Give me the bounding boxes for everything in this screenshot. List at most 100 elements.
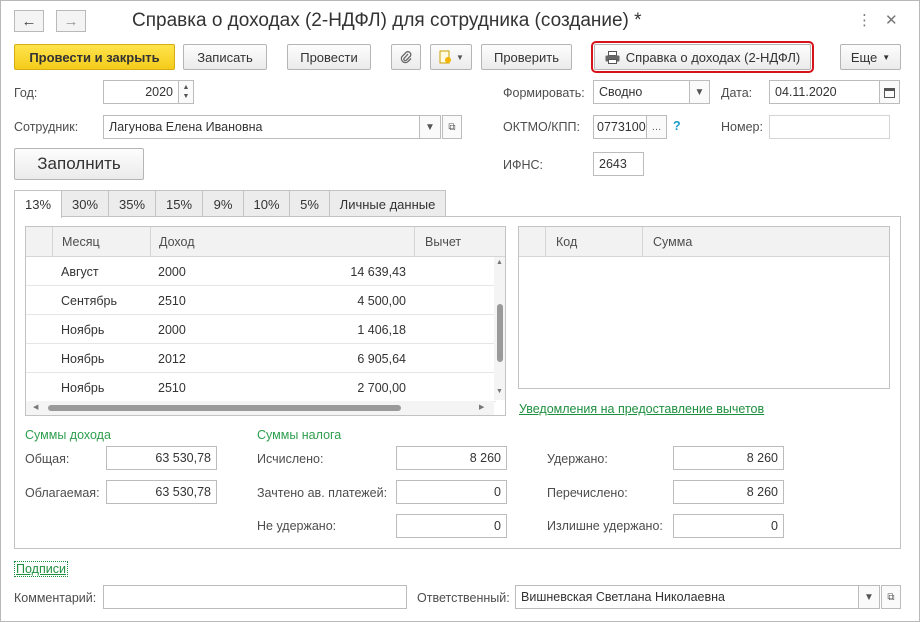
table-row[interactable]: Сентябрь 2510 4 500,00: [26, 286, 496, 315]
tab-13[interactable]: 13%: [14, 190, 62, 218]
transferred-field[interactable]: 8 260: [673, 480, 784, 504]
withheld-field[interactable]: 8 260: [673, 446, 784, 470]
taxable-income-field[interactable]: 63 530,78: [106, 480, 217, 504]
employee-open-button[interactable]: ⧉: [442, 115, 462, 139]
cell-amount: 2 700,00: [357, 380, 406, 395]
column-header-deduction[interactable]: Вычет: [414, 227, 505, 257]
cell-month: Август: [61, 264, 99, 279]
responsible-field[interactable]: Вишневская Светлана Николаевна: [515, 585, 859, 609]
create-based-on-button[interactable]: ▼: [430, 44, 472, 70]
generate-label: Формировать:: [503, 86, 585, 100]
check-button[interactable]: Проверить: [481, 44, 572, 70]
comment-field[interactable]: [103, 585, 407, 609]
tab-35[interactable]: 35%: [108, 190, 156, 217]
cell-amount: 14 639,43: [350, 264, 406, 279]
print-report-label: Справка о доходах (2-НДФЛ): [625, 49, 801, 65]
chevron-down-icon: ▼: [882, 52, 891, 62]
more-label: Еще: [850, 49, 878, 65]
responsible-label: Ответственный:: [417, 591, 510, 605]
income-vertical-scrollbar[interactable]: ▲ ▼: [494, 257, 505, 400]
document-create-icon: [439, 50, 452, 64]
year-spinner[interactable]: ▲ ▼: [178, 80, 194, 104]
save-button[interactable]: Записать: [183, 44, 267, 70]
deductions-notifications-link[interactable]: Уведомления на предоставление вычетов: [519, 402, 764, 416]
column-header-code[interactable]: Код: [545, 227, 642, 257]
post-button[interactable]: Провести: [287, 44, 371, 70]
close-icon[interactable]: ✕: [885, 11, 898, 29]
scroll-right-icon[interactable]: ▶: [479, 403, 484, 411]
oktmo-select-button[interactable]: …: [646, 115, 667, 139]
chevron-down-icon: ▼: [456, 52, 464, 62]
cell-amount: 4 500,00: [357, 293, 406, 308]
date-label: Дата:: [721, 86, 753, 100]
responsible-dropdown-button[interactable]: ▼: [858, 585, 880, 609]
cell-amount: 1 406,18: [357, 322, 406, 337]
open-form-icon: ⧉: [887, 591, 895, 603]
taxable-income-label: Облагаемая:: [25, 486, 100, 500]
table-row[interactable]: Ноябрь 2000 1 406,18: [26, 315, 496, 344]
withheld-label: Удержано:: [547, 452, 608, 466]
employee-dropdown-button[interactable]: ▼: [419, 115, 441, 139]
oktmo-label: ОКТМО/КПП:: [503, 120, 580, 134]
deductions-table[interactable]: Код Сумма: [518, 226, 890, 389]
more-button[interactable]: Еще ▼: [840, 44, 901, 70]
year-field[interactable]: 2020: [103, 80, 179, 104]
ifns-field[interactable]: 2643: [593, 152, 644, 176]
tab-15[interactable]: 15%: [155, 190, 203, 217]
generate-select[interactable]: Сводно: [593, 80, 690, 104]
income-sums-header: Суммы дохода: [25, 428, 111, 442]
employee-field[interactable]: Лагунова Елена Ивановна: [103, 115, 420, 139]
tab-5[interactable]: 5%: [289, 190, 330, 217]
open-form-icon: ⧉: [448, 121, 456, 133]
scroll-left-icon[interactable]: ◀: [33, 403, 38, 411]
tax-sums-header: Суммы налога: [257, 428, 342, 442]
attach-button[interactable]: [391, 44, 421, 70]
table-row[interactable]: Ноябрь 2510 2 700,00: [26, 373, 496, 402]
horizontal-scroll-thumb[interactable]: [48, 405, 401, 411]
document-window: ← → Справка о доходах (2-НДФЛ) для сотру…: [0, 0, 920, 622]
tab-30[interactable]: 30%: [61, 190, 109, 217]
chevron-down-icon: ▼: [864, 591, 874, 603]
signatures-link[interactable]: Подписи: [14, 561, 68, 577]
income-table[interactable]: Месяц Доход Вычет Август 2000 14 639,43 Сен…: [25, 226, 506, 416]
advance-payments-field[interactable]: 0: [396, 480, 507, 504]
total-income-field[interactable]: 63 530,78: [106, 446, 217, 470]
table-row[interactable]: Август 2000 14 639,43: [26, 257, 496, 286]
more-vertical-icon[interactable]: ⋮: [857, 11, 872, 29]
tab-personal-data[interactable]: Личные данные: [329, 190, 446, 217]
column-header-month[interactable]: Месяц: [52, 227, 150, 257]
back-button[interactable]: ←: [14, 10, 44, 32]
scroll-up-icon[interactable]: ▲: [496, 259, 503, 266]
ifns-label: ИФНС:: [503, 158, 544, 172]
number-label: Номер:: [721, 120, 763, 134]
spin-up-icon: ▲: [182, 84, 190, 91]
calendar-button[interactable]: [879, 80, 900, 104]
cell-income-code: 2510: [158, 380, 186, 395]
oktmo-field[interactable]: 0773100: [593, 115, 647, 139]
column-header-income[interactable]: Доход: [150, 227, 414, 257]
date-field[interactable]: 04.11.2020: [769, 80, 880, 104]
tax-calculated-field[interactable]: 8 260: [396, 446, 507, 470]
generate-dropdown-button[interactable]: ▼: [689, 80, 710, 104]
excess-withheld-label: Излишне удержано:: [547, 519, 663, 533]
income-horizontal-scrollbar[interactable]: ◀ ▶: [26, 401, 494, 415]
table-row[interactable]: Ноябрь 2012 6 905,64: [26, 344, 496, 373]
spin-down-icon: ▼: [182, 93, 190, 100]
printer-icon: [605, 50, 620, 64]
excess-withheld-field[interactable]: 0: [673, 514, 784, 538]
help-icon[interactable]: ?: [673, 119, 681, 133]
not-withheld-field[interactable]: 0: [396, 514, 507, 538]
employee-label: Сотрудник:: [14, 120, 79, 134]
tab-9[interactable]: 9%: [202, 190, 244, 217]
tab-10[interactable]: 10%: [243, 190, 290, 217]
forward-button[interactable]: →: [56, 10, 86, 32]
post-and-close-button[interactable]: Провести и закрыть: [14, 44, 175, 70]
print-report-button[interactable]: Справка о доходах (2-НДФЛ): [591, 41, 814, 73]
number-field[interactable]: [769, 115, 890, 139]
fill-button[interactable]: Заполнить: [14, 148, 144, 180]
column-header-sum[interactable]: Сумма: [642, 227, 889, 257]
scroll-down-icon[interactable]: ▼: [496, 388, 503, 395]
vertical-scroll-thumb[interactable]: [497, 304, 503, 362]
advance-payments-label: Зачтено ав. платежей:: [257, 486, 388, 500]
responsible-open-button[interactable]: ⧉: [881, 585, 901, 609]
